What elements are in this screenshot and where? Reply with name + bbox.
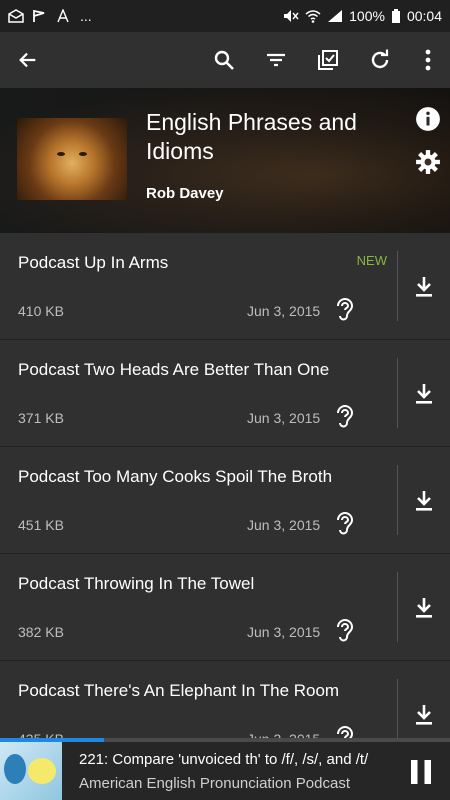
podcast-author: Rob Davey — [146, 185, 224, 202]
podcast-cover-image — [17, 118, 127, 200]
download-icon — [416, 704, 432, 725]
episode-size: 371 KB — [18, 410, 64, 426]
episode-row[interactable]: Podcast Too Many Cooks Spoil The Broth 4… — [0, 447, 450, 554]
episode-row[interactable]: Podcast Up In Arms NEW 410 KB Jun 3, 201… — [0, 233, 450, 340]
status-bar: ... 100% 00:04 — [0, 0, 450, 32]
wifi-icon — [305, 10, 321, 23]
clock: 00:04 — [406, 8, 442, 24]
episode-title: Podcast Throwing In The Towel — [18, 574, 255, 593]
download-icon — [416, 597, 432, 618]
episode-size: 410 KB — [18, 303, 64, 319]
episode-date: Jun 3, 2015 — [247, 303, 321, 319]
episode-size: 451 KB — [18, 517, 64, 533]
refresh-button[interactable] — [354, 32, 406, 88]
back-arrow-icon — [19, 52, 36, 68]
episode-date: Jun 3, 2015 — [247, 410, 321, 426]
filter-icon — [267, 53, 285, 67]
more-notifications: ... — [80, 8, 92, 24]
pause-icon — [411, 760, 431, 784]
info-button[interactable] — [414, 105, 442, 133]
download-button[interactable] — [398, 447, 450, 554]
ear-icon — [337, 298, 354, 321]
ear-icon — [337, 405, 354, 428]
battery-icon — [391, 9, 400, 23]
episode-title: Podcast Too Many Cooks Spoil The Broth — [18, 467, 333, 486]
filter-button[interactable] — [250, 32, 302, 88]
episode-list: Podcast Up In Arms NEW 410 KB Jun 3, 201… — [0, 233, 450, 768]
cover-figure — [4, 754, 26, 784]
episode-size: 382 KB — [18, 624, 64, 640]
podcast-header: English Phrases and Idioms Rob Davey — [0, 88, 450, 233]
playback-progress-bar[interactable] — [0, 738, 450, 742]
episode-title: Podcast There's An Elephant In The Room — [18, 681, 340, 700]
overflow-menu-icon — [425, 49, 431, 71]
mail-icon — [8, 9, 24, 23]
episode-row[interactable]: Podcast Two Heads Are Better Than One 37… — [0, 340, 450, 447]
signal-icon — [328, 10, 343, 22]
mute-icon — [284, 10, 299, 22]
info-icon — [416, 107, 440, 131]
refresh-icon — [371, 49, 389, 69]
lion-eyes — [57, 152, 87, 156]
download-icon — [416, 490, 432, 511]
now-playing-show: American English Pronunciation Podcast — [79, 775, 350, 792]
episode-date: Jun 3, 2015 — [247, 624, 321, 640]
flag-icon — [33, 10, 45, 22]
podcast-title: English Phrases and Idioms — [146, 109, 357, 164]
select-all-button[interactable] — [302, 32, 354, 88]
a-icon — [57, 9, 69, 23]
battery-level: 100% — [349, 8, 385, 24]
episode-date: Jun 3, 2015 — [247, 517, 321, 533]
now-playing-episode: 221: Compare 'unvoiced th' to /f/, /s/, … — [79, 751, 369, 768]
settings-button[interactable] — [414, 148, 442, 176]
download-button[interactable] — [398, 233, 450, 340]
search-button[interactable] — [198, 32, 250, 88]
episode-title: Podcast Two Heads Are Better Than One — [18, 360, 330, 379]
cover-badge — [28, 758, 56, 784]
new-badge: NEW — [356, 253, 387, 268]
ear-icon — [337, 512, 354, 535]
app-bar — [0, 32, 450, 88]
overflow-menu-button[interactable] — [406, 32, 450, 88]
search-icon — [214, 50, 234, 70]
download-button[interactable] — [398, 554, 450, 661]
download-icon — [416, 383, 432, 404]
gear-icon — [416, 150, 440, 174]
pause-button[interactable] — [396, 748, 446, 796]
download-icon — [416, 276, 432, 297]
download-button[interactable] — [398, 340, 450, 447]
mini-player[interactable]: 221: Compare 'unvoiced th' to /f/, /s/, … — [0, 738, 450, 800]
now-playing-cover-image — [0, 742, 62, 800]
ear-icon — [337, 619, 354, 642]
back-button[interactable] — [0, 32, 56, 88]
episode-row[interactable]: Podcast Throwing In The Towel 382 KB Jun… — [0, 554, 450, 661]
select-all-icon — [318, 50, 338, 70]
episode-title: Podcast Up In Arms — [18, 253, 169, 272]
